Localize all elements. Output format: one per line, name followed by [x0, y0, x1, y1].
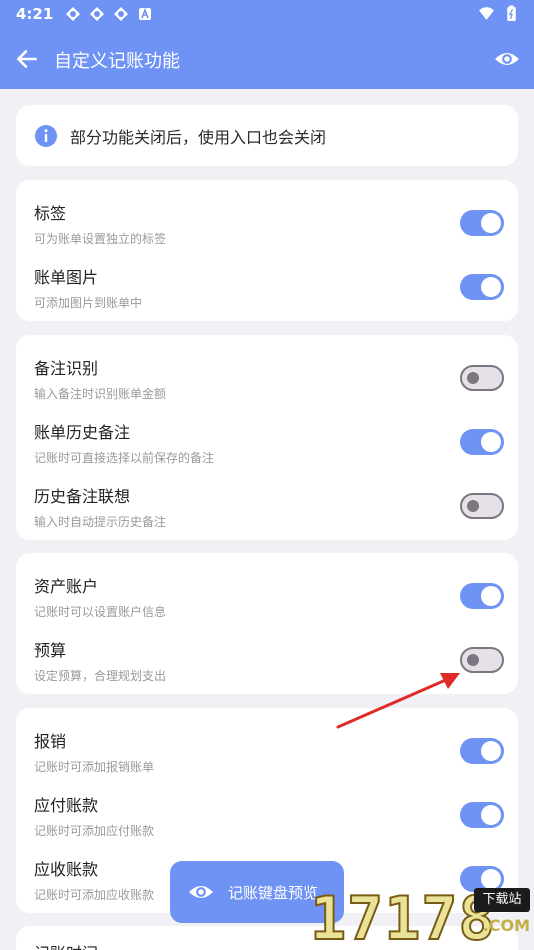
notification-icon	[66, 7, 81, 21]
setting-subtitle: 记账时可添加应收账款	[34, 888, 155, 902]
back-arrow-icon[interactable]	[14, 46, 40, 72]
setting-row-tags[interactable]: 标签 可为账单设置独立的标签	[16, 188, 518, 252]
page-title: 自定义记账功能	[54, 51, 180, 72]
wifi-icon	[479, 7, 494, 20]
setting-row-note-recognition[interactable]: 备注识别 输入备注时识别账单金额	[16, 343, 518, 407]
setting-subtitle: 设定预算，合理规划支出	[34, 669, 167, 683]
setting-title-partial: 记账时间	[34, 940, 98, 950]
setting-title: 应收账款	[34, 860, 99, 879]
tags-toggle[interactable]	[460, 210, 504, 236]
setting-subtitle: 记账时可添加应付账款	[34, 824, 155, 838]
setting-subtitle: 记账时可以设置账户信息	[34, 605, 167, 619]
watermark-number: 17178	[309, 883, 496, 950]
info-text: 部分功能关闭后，使用入口也会关闭	[70, 127, 327, 147]
settings-group-1: 标签 可为账单设置独立的标签 账单图片 可添加图片到账单中	[16, 180, 518, 321]
setting-row-asset-account[interactable]: 资产账户 记账时可以设置账户信息	[16, 561, 518, 625]
setting-row-payables[interactable]: 应付账款 记账时可添加应付账款	[16, 780, 518, 844]
setting-subtitle: 记账时可添加报销账单	[34, 760, 155, 774]
setting-subtitle: 输入时自动提示历史备注	[34, 515, 167, 529]
asset-account-toggle[interactable]	[460, 583, 504, 609]
setting-title: 应付账款	[34, 796, 99, 815]
status-system-icons	[478, 5, 520, 22]
settings-group-2: 备注识别 输入备注时识别账单金额 账单历史备注 记账时可直接选择以前保存的备注 …	[16, 335, 518, 540]
info-icon	[35, 124, 57, 147]
note-recognition-toggle[interactable]	[460, 365, 504, 391]
history-notes-toggle[interactable]	[460, 429, 504, 455]
toolbar: 自定义记账功能	[0, 30, 534, 88]
annotation-arrow	[336, 673, 460, 729]
setting-title: 账单图片	[34, 268, 99, 287]
notification-icon	[114, 7, 129, 21]
setting-title: 报销	[34, 732, 67, 751]
status-bar: 4:21	[0, 0, 534, 28]
setting-subtitle: 输入备注时识别账单金额	[34, 387, 167, 401]
setting-subtitle: 记账时可直接选择以前保存的备注	[34, 451, 215, 465]
note-suggestion-toggle[interactable]	[460, 493, 504, 519]
preview-eye-icon[interactable]	[494, 46, 520, 72]
setting-title: 备注识别	[34, 359, 99, 378]
payables-toggle[interactable]	[460, 802, 504, 828]
app-header: 4:21 自定义记账功能	[0, 0, 534, 89]
setting-row-bill-images[interactable]: 账单图片 可添加图片到账单中	[16, 252, 518, 316]
setting-subtitle: 可添加图片到账单中	[34, 296, 143, 310]
setting-title: 账单历史备注	[34, 423, 131, 442]
notification-icon	[90, 7, 105, 21]
setting-subtitle: 可为账单设置独立的标签	[34, 232, 167, 246]
status-time: 4:21	[16, 5, 54, 23]
setting-title: 预算	[34, 641, 67, 660]
status-notification-icons	[65, 6, 153, 22]
info-card: 部分功能关闭后，使用入口也会关闭	[16, 105, 518, 166]
setting-title: 历史备注联想	[34, 487, 131, 506]
notification-a-icon	[139, 7, 152, 20]
watermark-badge: 下载站	[474, 888, 530, 912]
setting-title: 资产账户	[34, 577, 99, 596]
bill-images-toggle[interactable]	[460, 274, 504, 300]
eye-icon	[189, 886, 213, 898]
keyboard-preview-label: 记账键盘预览	[228, 883, 319, 902]
watermark: 17178 下载站 .COM	[309, 880, 534, 950]
battery-icon	[507, 5, 516, 21]
watermark-suffix: .COM	[482, 916, 530, 935]
setting-row-history-notes[interactable]: 账单历史备注 记账时可直接选择以前保存的备注	[16, 407, 518, 471]
setting-title: 标签	[34, 204, 67, 223]
reimbursement-toggle[interactable]	[460, 738, 504, 764]
setting-row-note-suggestion[interactable]: 历史备注联想 输入时自动提示历史备注	[16, 471, 518, 535]
